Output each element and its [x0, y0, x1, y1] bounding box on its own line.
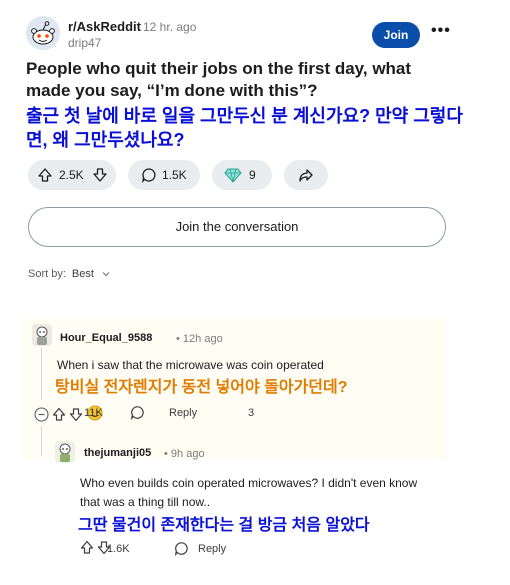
reply-icon: [174, 542, 188, 556]
avatar[interactable]: [32, 324, 52, 346]
comment-action-bar: 11K Reply 3: [34, 404, 334, 424]
share-icon: [299, 169, 313, 182]
vote-count: 1.6K: [107, 543, 130, 555]
more-icon[interactable]: •••: [431, 22, 451, 40]
share-button[interactable]: [284, 160, 328, 190]
thread-line[interactable]: [41, 426, 42, 456]
vote-count: 11K: [84, 407, 103, 419]
sort-dropdown[interactable]: Sort by: Best: [28, 268, 111, 280]
post-time: 12 hr. ago: [143, 20, 197, 34]
post-title-translation: 출근 첫 날에 바로 일을 그만두신 분 계신가요? 만약 그렇다면, 왜 그만…: [26, 106, 463, 150]
post-header: r/AskReddit 12 hr. ago drip47 Join •••: [26, 16, 456, 52]
upvote-icon[interactable]: [37, 167, 53, 183]
downvote-icon[interactable]: [69, 407, 83, 422]
join-conversation-button[interactable]: Join the conversation: [28, 207, 446, 247]
award-count: 3: [248, 407, 255, 419]
reply-icon: [130, 406, 144, 420]
avatar[interactable]: [55, 441, 75, 463]
upvote-count: 2.5K: [59, 168, 84, 182]
award-icon: [224, 168, 242, 183]
sort-value: Best: [71, 268, 94, 280]
comment-translation: 그딴 물건이 존재한다는 걸 방금 처음 알았다: [78, 517, 370, 534]
award-button[interactable]: 9: [212, 160, 272, 190]
comment-action-bar: 1.6K Reply: [80, 540, 340, 560]
vote-pill: 2.5K: [28, 160, 116, 190]
award-count: 9: [249, 168, 256, 182]
reply-label: Reply: [198, 543, 227, 555]
collapse-icon[interactable]: [34, 407, 49, 422]
comment-text: Who even builds coin operated microwaves…: [80, 476, 418, 509]
join-button[interactable]: Join: [372, 22, 420, 48]
comment-time: • 12h ago: [176, 333, 223, 345]
comment-time: • 9h ago: [164, 448, 205, 460]
comment-translation: 탕비실 전자렌지가 동전 넣어야 돌아가던데?: [55, 379, 348, 396]
downvote-icon[interactable]: [92, 167, 108, 183]
comment-author[interactable]: Hour_Equal_9588: [60, 332, 152, 344]
comment-text: When i saw that the microwave was coin o…: [57, 358, 324, 372]
reply-button[interactable]: Reply: [130, 404, 200, 424]
comment-author[interactable]: thejumanji05: [84, 447, 151, 459]
sort-label: Sort by:: [28, 268, 66, 280]
chevron-down-icon: [102, 272, 110, 277]
post-action-bar: 2.5K 1.5K 9: [28, 160, 448, 190]
thread-line[interactable]: [41, 348, 42, 400]
comment-icon: [141, 168, 156, 183]
comments-button[interactable]: 1.5K: [128, 160, 200, 190]
reply-button[interactable]: Reply: [174, 540, 244, 560]
reply-label: Reply: [169, 407, 198, 419]
upvote-icon[interactable]: [52, 407, 66, 422]
comment-count: 1.5K: [162, 168, 187, 182]
subreddit-name[interactable]: r/AskReddit: [68, 19, 141, 34]
post-author[interactable]: drip47: [68, 36, 101, 50]
reddit-snoo-icon[interactable]: [26, 16, 60, 50]
post-title: People who quit their jobs on the first …: [26, 59, 412, 100]
upvote-icon[interactable]: [80, 540, 94, 555]
